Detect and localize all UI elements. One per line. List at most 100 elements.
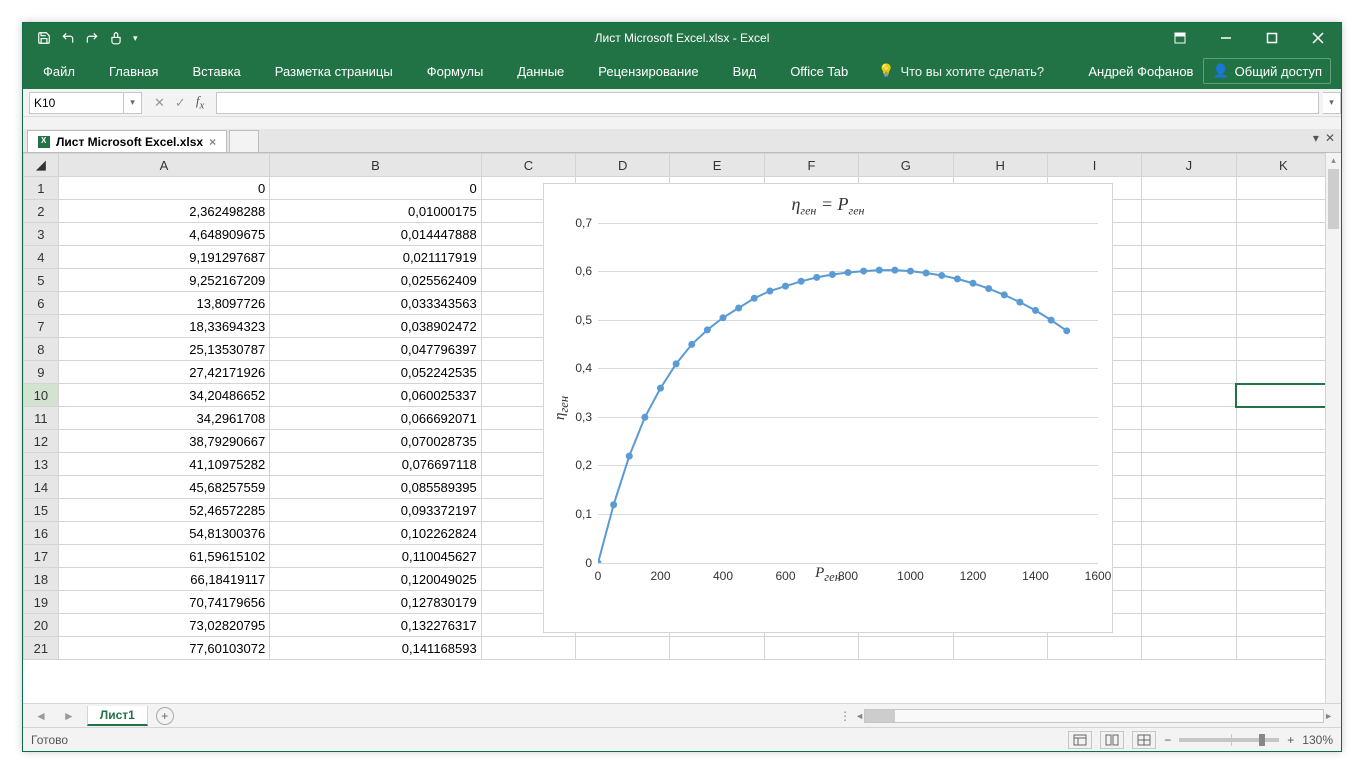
- cell[interactable]: [1236, 499, 1330, 522]
- workbook-tab-blank[interactable]: [229, 130, 259, 152]
- col-header-A[interactable]: A: [58, 154, 270, 177]
- save-icon[interactable]: [37, 31, 51, 45]
- col-header-E[interactable]: E: [670, 154, 764, 177]
- row-header[interactable]: 12: [24, 430, 59, 453]
- share-button[interactable]: 👤 Общий доступ: [1203, 58, 1331, 84]
- row-header[interactable]: 6: [24, 292, 59, 315]
- sheet-nav-next-icon[interactable]: ►: [59, 709, 79, 723]
- cell[interactable]: 0,021117919: [270, 246, 482, 269]
- tab-insert[interactable]: Вставка: [182, 58, 250, 85]
- tab-view[interactable]: Вид: [723, 58, 767, 85]
- cell[interactable]: 52,46572285: [58, 499, 270, 522]
- tab-file[interactable]: Файл: [33, 58, 85, 85]
- cancel-formula-icon[interactable]: ✕: [154, 95, 165, 111]
- cell[interactable]: [1236, 177, 1330, 200]
- cell[interactable]: [1142, 246, 1236, 269]
- row-header[interactable]: 7: [24, 315, 59, 338]
- cell[interactable]: [1236, 453, 1330, 476]
- row-header[interactable]: 9: [24, 361, 59, 384]
- minimize-icon[interactable]: [1203, 23, 1249, 53]
- cell[interactable]: [1142, 453, 1236, 476]
- tab-home[interactable]: Главная: [99, 58, 168, 85]
- col-header-D[interactable]: D: [576, 154, 670, 177]
- row-header[interactable]: 17: [24, 545, 59, 568]
- cell[interactable]: 0: [270, 177, 482, 200]
- cell[interactable]: 0,066692071: [270, 407, 482, 430]
- cell[interactable]: [481, 637, 575, 660]
- cell[interactable]: 0,102262824: [270, 522, 482, 545]
- cell[interactable]: [1236, 315, 1330, 338]
- cell[interactable]: 54,81300376: [58, 522, 270, 545]
- cell[interactable]: 61,59615102: [58, 545, 270, 568]
- cell[interactable]: 0,033343563: [270, 292, 482, 315]
- cell[interactable]: 0,132276317: [270, 614, 482, 637]
- tab-page-layout[interactable]: Разметка страницы: [265, 58, 403, 85]
- cell[interactable]: [1142, 384, 1236, 407]
- cell[interactable]: 0,110045627: [270, 545, 482, 568]
- workbook-tabstrip-close-icon[interactable]: ✕: [1325, 131, 1335, 145]
- cell[interactable]: [1142, 292, 1236, 315]
- cell[interactable]: [1236, 545, 1330, 568]
- cell[interactable]: 0,025562409: [270, 269, 482, 292]
- select-all-cell[interactable]: ◢: [24, 154, 59, 177]
- row-header[interactable]: 21: [24, 637, 59, 660]
- cell[interactable]: [1142, 545, 1236, 568]
- cell[interactable]: 34,2961708: [58, 407, 270, 430]
- name-box[interactable]: [29, 92, 124, 114]
- row-header[interactable]: 2: [24, 200, 59, 223]
- cell[interactable]: [1142, 315, 1236, 338]
- tab-review[interactable]: Рецензирование: [588, 58, 708, 85]
- cell[interactable]: 77,60103072: [58, 637, 270, 660]
- cell[interactable]: [764, 637, 858, 660]
- cell[interactable]: [576, 637, 670, 660]
- col-header-J[interactable]: J: [1142, 154, 1236, 177]
- cell[interactable]: [953, 637, 1047, 660]
- formula-input[interactable]: [216, 92, 1319, 114]
- cell[interactable]: [1047, 637, 1141, 660]
- row-header[interactable]: 13: [24, 453, 59, 476]
- cell[interactable]: [1236, 407, 1330, 430]
- zoom-in-button[interactable]: +: [1287, 733, 1294, 747]
- cell[interactable]: 18,33694323: [58, 315, 270, 338]
- cell[interactable]: 0,085589395: [270, 476, 482, 499]
- cell[interactable]: [1236, 522, 1330, 545]
- embedded-chart[interactable]: ηген = Pген ηген 00,10,20,30,40,50,60,70…: [543, 183, 1113, 633]
- cell[interactable]: [1236, 292, 1330, 315]
- cell[interactable]: 2,362498288: [58, 200, 270, 223]
- formula-bar-expand[interactable]: ▾: [1323, 92, 1341, 114]
- view-normal-icon[interactable]: [1068, 731, 1092, 749]
- tab-data[interactable]: Данные: [507, 58, 574, 85]
- view-page-break-icon[interactable]: [1132, 731, 1156, 749]
- cell[interactable]: [1142, 499, 1236, 522]
- cell[interactable]: [1142, 430, 1236, 453]
- row-header[interactable]: 5: [24, 269, 59, 292]
- zoom-level[interactable]: 130%: [1302, 733, 1333, 747]
- row-header[interactable]: 11: [24, 407, 59, 430]
- maximize-icon[interactable]: [1249, 23, 1295, 53]
- cell[interactable]: [670, 637, 764, 660]
- cell[interactable]: [1142, 269, 1236, 292]
- name-box-dropdown[interactable]: ▾: [124, 92, 142, 114]
- row-header[interactable]: 10: [24, 384, 59, 407]
- sheet-tab[interactable]: Лист1: [87, 706, 148, 726]
- cell[interactable]: [1142, 200, 1236, 223]
- cell[interactable]: [1236, 384, 1330, 407]
- cell[interactable]: [1236, 591, 1330, 614]
- user-name[interactable]: Андрей Фофанов: [1088, 64, 1193, 79]
- cell[interactable]: 34,20486652: [58, 384, 270, 407]
- cell[interactable]: [1142, 522, 1236, 545]
- zoom-out-button[interactable]: −: [1164, 733, 1171, 747]
- cell[interactable]: [859, 637, 953, 660]
- cell[interactable]: 41,10975282: [58, 453, 270, 476]
- cell[interactable]: 0,052242535: [270, 361, 482, 384]
- worksheet-grid[interactable]: ◢ A B C D E F G H I J K 10022,3624982880…: [23, 153, 1341, 703]
- vertical-scrollbar[interactable]: ▴: [1325, 153, 1341, 703]
- cell[interactable]: 0,070028735: [270, 430, 482, 453]
- qat-customize-icon[interactable]: ▾: [133, 33, 138, 44]
- row-header[interactable]: 1: [24, 177, 59, 200]
- col-header-B[interactable]: B: [270, 154, 482, 177]
- sheet-nav-prev-icon[interactable]: ◄: [31, 709, 51, 723]
- row-header[interactable]: 14: [24, 476, 59, 499]
- cell[interactable]: [1142, 591, 1236, 614]
- cell[interactable]: [1236, 338, 1330, 361]
